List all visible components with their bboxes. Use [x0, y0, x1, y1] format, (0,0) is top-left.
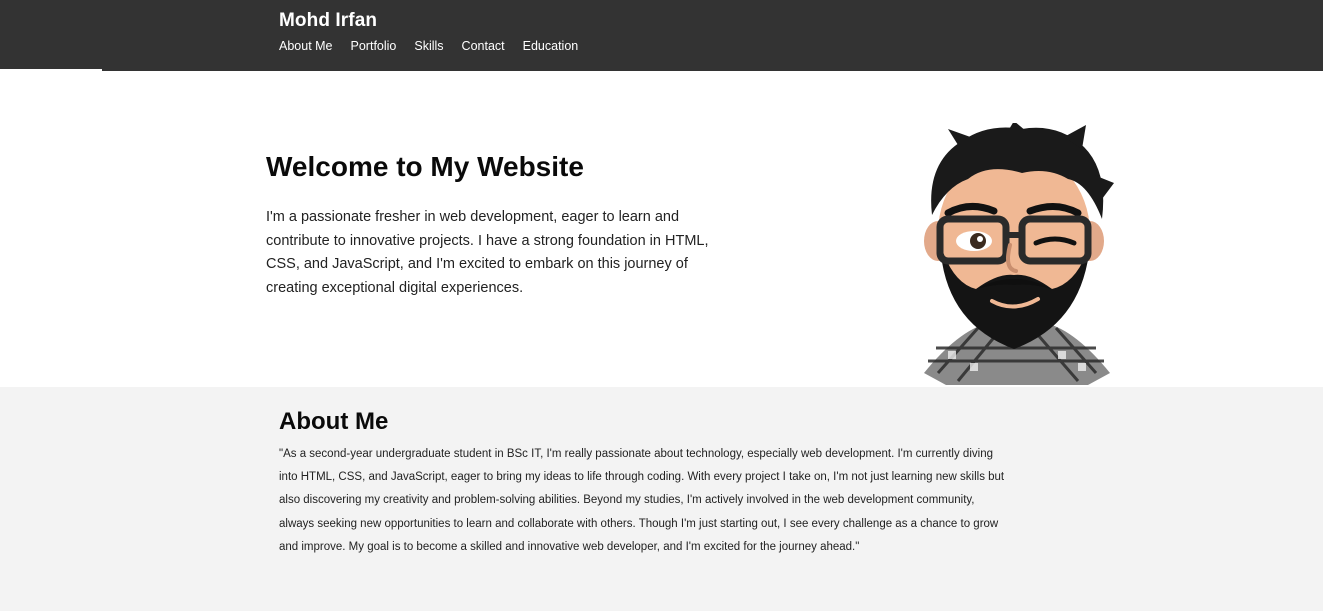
nav-link-education[interactable]: Education — [523, 38, 579, 54]
hero-section: Welcome to My Website I'm a passionate f… — [0, 71, 1323, 387]
nav-link-portfolio[interactable]: Portfolio — [351, 38, 397, 54]
site-header: Mohd Irfan About Me Portfolio Skills Con… — [0, 0, 1323, 71]
about-title: About Me — [279, 408, 389, 435]
nav-link-contact[interactable]: Contact — [462, 38, 505, 54]
site-brand[interactable]: Mohd Irfan — [279, 10, 377, 32]
bearded-man-avatar-icon — [924, 123, 1114, 385]
about-text: "As a second-year undergraduate student … — [279, 448, 1005, 553]
about-section: About Me "As a second-year undergraduate… — [0, 387, 1323, 611]
main-nav: About Me Portfolio Skills Contact Educat… — [279, 38, 596, 54]
hero-intro-text: I'm a passionate fresher in web developm… — [266, 209, 709, 296]
hero-title: Welcome to My Website — [266, 151, 584, 182]
nav-link-skills[interactable]: Skills — [414, 38, 443, 54]
nav-link-about-me[interactable]: About Me — [279, 38, 333, 54]
